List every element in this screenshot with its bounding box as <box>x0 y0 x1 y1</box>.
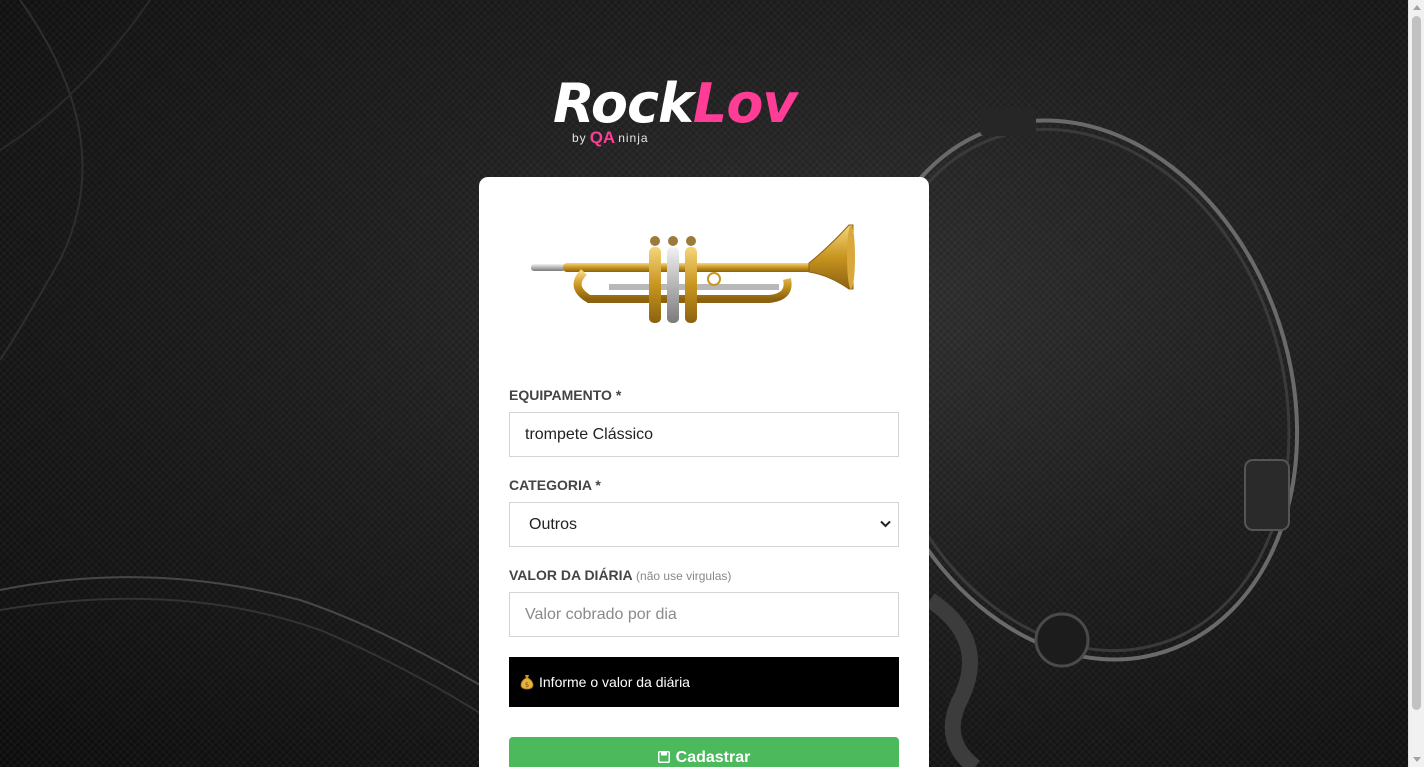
scroll-thumb[interactable] <box>1412 16 1421 710</box>
equipment-form-card: EQUIPAMENTO * CATEGORIA * Outros VALOR D… <box>479 177 929 767</box>
logo-word-lov: Lov <box>692 72 798 135</box>
logo-qa: QA <box>589 128 616 147</box>
equipment-thumbnail[interactable] <box>529 217 859 337</box>
trumpet-image <box>531 224 855 323</box>
equipment-input[interactable] <box>509 412 899 457</box>
logo-word-rock: Rock <box>553 72 694 135</box>
category-label: CATEGORIA * <box>509 477 601 493</box>
price-hint: (não use virgulas) <box>636 569 732 583</box>
equipment-label: EQUIPAMENTO * <box>509 387 622 403</box>
page-scrollbar[interactable] <box>1408 0 1424 767</box>
price-input[interactable] <box>509 592 899 637</box>
alert-text: Informe o valor da diária <box>539 674 690 690</box>
rocklov-logo: RockLov by QA ninja <box>553 76 863 151</box>
logo-ninja: ninja <box>618 131 649 145</box>
scroll-down-icon[interactable] <box>1413 757 1421 762</box>
logo-by: by <box>572 131 587 145</box>
svg-text:$: $ <box>525 681 529 689</box>
price-label-text: VALOR DA DIÁRIA <box>509 567 633 583</box>
save-icon <box>657 751 670 763</box>
category-select[interactable]: Outros <box>509 502 899 547</box>
money-bag-icon: $ <box>520 675 534 690</box>
scroll-up-icon[interactable] <box>1413 5 1421 10</box>
price-label: VALOR DA DIÁRIA (não use virgulas) <box>509 567 731 583</box>
cadastrar-button[interactable]: Cadastrar <box>509 737 899 767</box>
cadastrar-label: Cadastrar <box>675 749 751 766</box>
logo-byline: by QA ninja <box>572 128 649 148</box>
category-selected-value: Outros <box>529 515 578 533</box>
chevron-down-icon <box>880 520 891 528</box>
alert-message: $ Informe o valor da diária <box>509 657 899 707</box>
